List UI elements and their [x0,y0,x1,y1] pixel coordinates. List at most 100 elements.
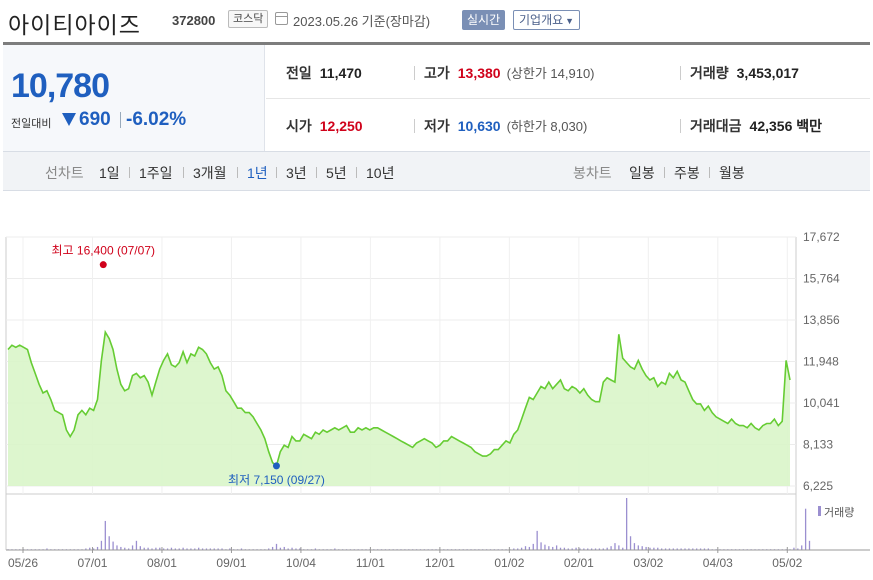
volume-bar [524,546,527,550]
low-value: 10,630 [457,118,501,134]
volume-bar [629,536,632,550]
lower-limit: (하한가 8,030) [506,119,588,134]
volume: 거래량 3,453,017 [690,63,799,83]
low-marker [272,462,280,470]
volume-value: 3,453,017 [736,65,799,81]
y-tick-label: 11,948 [803,355,839,369]
period-divider [316,167,317,178]
price-area [8,332,790,486]
change-label: 전일대비 [11,118,52,130]
period-10y[interactable]: 10년 [366,163,394,183]
high-marker [99,261,107,269]
volume-bar [108,536,110,550]
open-value: 12,250 [319,118,363,134]
volume-bar [641,546,643,550]
stock-header: 아이티아이즈 372800 코스닥 2023.05.26 기준(장마감) 실시간… [0,0,873,42]
x-tick-label: 05/26 [8,556,38,570]
candle-daily[interactable]: 일봉 [629,163,655,183]
y-tick-label: 8,133 [803,438,833,452]
prev-close: 전일 11,470 [286,63,362,83]
y-tick-label: 17,672 [803,230,840,244]
corp-overview-button[interactable]: 기업개요 ▼ [513,10,581,30]
amount-label: 거래대금 [690,118,742,134]
period-divider [237,167,238,178]
period-1w[interactable]: 1주일 [139,163,173,183]
volume-bar [112,541,114,550]
prev-close-value: 11,470 [319,65,362,81]
trade-amount: 거래대금 42,356 백만 [690,116,822,136]
high-label: 고가 [424,65,450,81]
volume-bars [7,498,811,550]
period-3y[interactable]: 3년 [286,163,307,183]
volume-bar [633,543,636,550]
period-divider [664,167,665,178]
low-annotation: 최저 7,150 (09/27) [228,473,325,487]
candle-chart-label: 봉차트 [573,165,612,181]
stock-code: 372800 [172,13,216,28]
period-divider [129,167,130,178]
period-1y[interactable]: 1년 [247,163,268,183]
chevron-down-icon: ▼ [565,16,575,26]
x-tick-label: 02/01 [564,556,594,570]
x-tick-label: 07/01 [77,556,107,570]
upper-limit: (상한가 14,910) [506,66,595,81]
volume-bar [536,530,538,550]
high-annotation: 최고 16,400 (07/07) [52,244,155,258]
volume-bar [801,545,803,550]
volume-legend-swatch [818,506,821,516]
volume-bar [135,540,138,550]
volume-bar [804,508,807,550]
price-stats: 전일 11,470 고가 13,380 (상한가 14,910) 거래량 3,453,0… [266,45,870,151]
x-tick-label: 09/01 [216,556,246,570]
high-price: 고가 13,380 (상한가 14,910) [424,63,595,83]
period-1d[interactable]: 1일 [99,163,120,183]
corp-overview-label: 기업개요 [519,13,564,27]
change-separator [120,112,121,128]
y-tick-label: 6,225 [803,479,833,493]
x-tick-label: 12/01 [425,556,455,570]
calendar-icon [275,12,288,25]
volume-bar [610,546,612,550]
volume-bar [139,546,141,550]
market-badge: 코스닥 [228,10,269,28]
volume-legend: 거래량 [818,506,854,519]
prev-close-label: 전일 [286,65,312,81]
volume-bar [540,542,542,550]
volume-bar [808,540,811,550]
current-price: 10,780 [11,67,110,105]
candle-weekly[interactable]: 주봉 [674,163,700,183]
volume-bar [532,543,534,550]
line-chart-label: 선차트 [45,165,84,181]
volume-bar [116,545,118,550]
stats-divider [680,66,681,80]
period-selector: 선차트 1일 1주일 3개월 1년 3년 5년 10년 봉차트 일봉 주봉 월봉 [3,151,870,191]
volume-bar [618,545,620,550]
x-tick-label: 05/02 [772,556,802,570]
volume-bar [100,540,103,550]
high-value: 13,380 [457,65,501,81]
volume-bar [104,520,106,550]
period-divider [709,167,710,178]
realtime-button[interactable]: 실시간 [462,10,506,30]
x-tick-label: 08/01 [147,556,177,570]
period-divider [183,167,184,178]
x-axis: 05/26 07/01 08/01 09/01 10/04 11/01 12/01 01/02… [6,547,870,570]
down-arrow-icon [62,113,76,126]
base-date: 2023.05.26 기준(장마감) [293,14,431,29]
x-tick-label: 03/02 [633,556,663,570]
y-axis: 17,672 15,764 13,856 11,948 10,041 8,133 6,225 [803,230,840,493]
open-label: 시가 [286,118,312,134]
stats-divider [414,66,415,80]
price-chart: 17,672 15,764 13,856 11,948 10,041 8,133 6,225… [5,230,870,570]
period-divider [276,167,277,178]
candle-monthly[interactable]: 월봉 [719,163,745,183]
volume-bar [544,544,546,550]
y-tick-label: 10,041 [803,396,840,410]
period-5y[interactable]: 5년 [326,163,347,183]
period-3m[interactable]: 3개월 [193,163,227,183]
x-tick-label: 10/04 [286,556,316,570]
low-label: 저가 [424,118,450,134]
amount-value: 42,356 백만 [749,118,823,134]
low-price: 저가 10,630 (하한가 8,030) [424,116,587,136]
current-price-panel: 10,780 전일대비 690 -6.02% [3,45,265,151]
